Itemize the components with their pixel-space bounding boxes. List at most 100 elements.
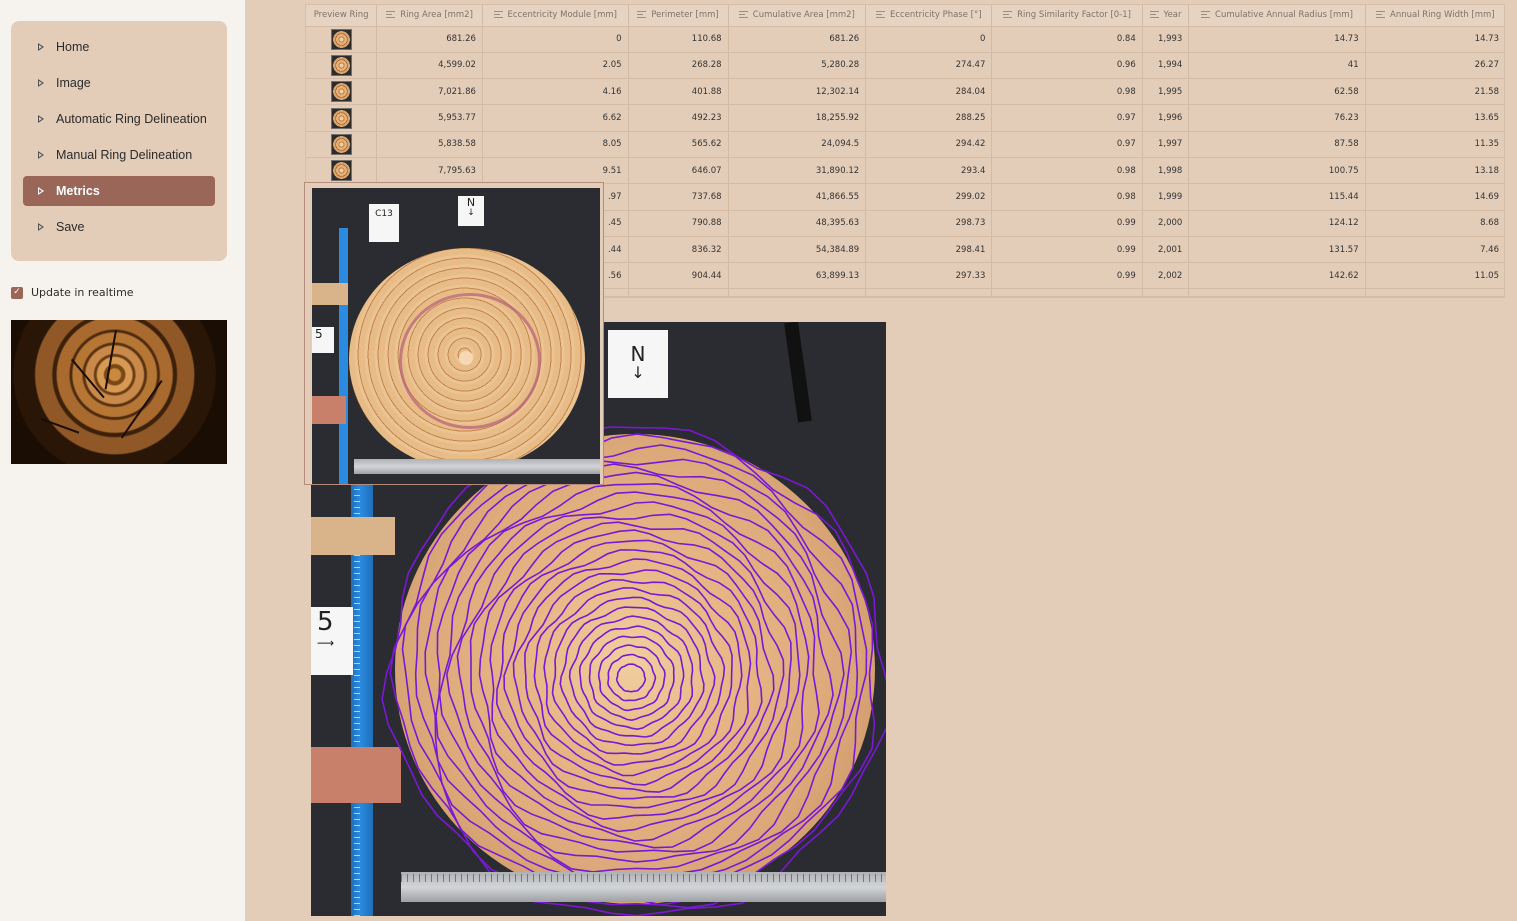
table-cell[interactable]: 54,384.89: [728, 236, 867, 264]
table-cell[interactable]: 2,001: [1142, 236, 1190, 264]
ring-preview-thumbnail[interactable]: [330, 54, 352, 76]
table-row[interactable]: 4,599.02 2.05 268.28 5,280.28 274.47 0.96 1,99…: [306, 52, 1504, 80]
table-cell[interactable]: 1,999: [1142, 183, 1190, 211]
table-cell[interactable]: 0.98: [991, 157, 1143, 185]
table-cell[interactable]: 1,998: [1142, 157, 1190, 185]
table-cell[interactable]: 21.58: [1365, 78, 1504, 106]
table-cell[interactable]: 0.84: [991, 26, 1143, 53]
ring-preview-thumbnail[interactable]: [330, 107, 352, 129]
table-cell[interactable]: 0.99: [991, 236, 1143, 264]
table-cell[interactable]: 62.58: [1188, 78, 1366, 106]
preview-cell[interactable]: [306, 26, 378, 53]
table-cell[interactable]: 4,599.02: [376, 52, 483, 80]
table-cell[interactable]: 0.97: [991, 104, 1143, 132]
column-header[interactable]: Preview Ring: [306, 5, 378, 27]
table-cell[interactable]: 1,997: [1142, 131, 1190, 158]
ring-preview-thumbnail[interactable]: [330, 28, 352, 50]
table-cell[interactable]: 0.99: [991, 262, 1143, 290]
table-cell[interactable]: 76.23: [1188, 104, 1366, 132]
table-cell[interactable]: 1,994: [1142, 52, 1190, 80]
table-cell[interactable]: 12,302.14: [728, 78, 867, 106]
table-cell[interactable]: 63,899.13: [728, 262, 867, 290]
table-cell[interactable]: 5,953.77: [376, 104, 483, 132]
table-cell[interactable]: 100.75: [1188, 157, 1366, 185]
table-cell[interactable]: 298.41: [865, 236, 993, 264]
realtime-toggle[interactable]: ✓ Update in realtime: [11, 286, 134, 299]
preview-cell[interactable]: [306, 157, 378, 185]
nav-item-image[interactable]: Image: [23, 68, 215, 98]
table-cell[interactable]: 5,838.58: [376, 131, 483, 158]
table-cell[interactable]: 274.47: [865, 52, 993, 80]
table-cell[interactable]: 681.26: [376, 26, 483, 53]
table-cell[interactable]: 284.04: [865, 78, 993, 106]
table-cell[interactable]: 0.97: [991, 131, 1143, 158]
table-row[interactable]: 7,021.86 4.16 401.88 12,302.14 284.04 0.98 1,9…: [306, 78, 1504, 106]
column-header[interactable]: Cumulative Area [mm2]: [728, 5, 867, 27]
table-cell[interactable]: 2.05: [482, 52, 629, 80]
column-header[interactable]: Eccentricity Module [mm]: [482, 5, 629, 27]
table-row[interactable]: 5,953.77 6.62 492.23 18,255.92 288.25 0.97 1,9…: [306, 104, 1504, 132]
table-cell[interactable]: 11.35: [1365, 131, 1504, 158]
table-cell[interactable]: 401.88: [628, 78, 729, 106]
table-cell[interactable]: 5,280.28: [728, 52, 867, 80]
table-cell[interactable]: 87.58: [1188, 131, 1366, 158]
table-cell[interactable]: 836.32: [628, 236, 729, 264]
column-header[interactable]: Perimeter [mm]: [628, 5, 729, 27]
table-cell[interactable]: 41: [1188, 52, 1366, 80]
table-cell[interactable]: 790.88: [628, 210, 729, 237]
table-cell[interactable]: 4.16: [482, 78, 629, 106]
table-cell[interactable]: 2,000: [1142, 210, 1190, 237]
table-cell[interactable]: 0.96: [991, 52, 1143, 80]
ring-preview-thumbnail[interactable]: [330, 160, 352, 182]
column-header[interactable]: Cumulative Annual Radius [mm]: [1188, 5, 1366, 27]
table-cell[interactable]: 115.44: [1188, 183, 1366, 211]
table-cell[interactable]: 8.05: [482, 131, 629, 158]
column-header[interactable]: Year: [1142, 5, 1190, 27]
nav-item-manual-ring-delineation[interactable]: Manual Ring Delineation: [23, 140, 215, 170]
table-cell[interactable]: 565.62: [628, 131, 729, 158]
table-cell[interactable]: 14.69: [1365, 183, 1504, 211]
table-cell[interactable]: 124.12: [1188, 210, 1366, 237]
table-cell[interactable]: 1,996: [1142, 104, 1190, 132]
table-cell[interactable]: 131.57: [1188, 236, 1366, 264]
table-cell[interactable]: 9.51: [482, 157, 629, 185]
table-cell[interactable]: 297.33: [865, 262, 993, 290]
table-cell[interactable]: 681.26: [728, 26, 867, 53]
checkbox-checked-icon[interactable]: ✓: [11, 286, 23, 299]
table-cell[interactable]: 288.25: [865, 104, 993, 132]
table-cell[interactable]: 299.02: [865, 183, 993, 211]
table-cell[interactable]: 31,890.12: [728, 157, 867, 185]
table-cell[interactable]: 7,795.63: [376, 157, 483, 185]
table-cell[interactable]: 492.23: [628, 104, 729, 132]
table-cell[interactable]: 7.46: [1365, 236, 1504, 264]
table-cell[interactable]: 0: [865, 26, 993, 53]
preview-cell[interactable]: [306, 52, 378, 80]
table-cell[interactable]: 8.68: [1365, 210, 1504, 237]
table-cell[interactable]: 26.27: [1365, 52, 1504, 80]
ring-preview-thumbnail[interactable]: [330, 81, 352, 103]
nav-item-home[interactable]: Home: [23, 32, 215, 62]
table-cell[interactable]: 48,395.63: [728, 210, 867, 237]
table-cell[interactable]: 0.99: [991, 210, 1143, 237]
nav-item-automatic-ring-delineation[interactable]: Automatic Ring Delineation: [23, 104, 215, 134]
table-cell[interactable]: 294.42: [865, 131, 993, 158]
table-cell[interactable]: 0: [482, 26, 629, 53]
table-cell[interactable]: 904.44: [628, 262, 729, 290]
table-cell[interactable]: 737.68: [628, 183, 729, 211]
preview-cell[interactable]: [306, 78, 378, 106]
table-cell[interactable]: 13.18: [1365, 157, 1504, 185]
table-cell[interactable]: 0.98: [991, 183, 1143, 211]
column-header[interactable]: Eccentricity Phase [°]: [865, 5, 993, 27]
table-cell[interactable]: 268.28: [628, 52, 729, 80]
table-cell[interactable]: 41,866.55: [728, 183, 867, 211]
table-cell[interactable]: 1,995: [1142, 78, 1190, 106]
table-cell[interactable]: 298.73: [865, 210, 993, 237]
nav-item-metrics[interactable]: Metrics: [23, 176, 215, 206]
table-cell[interactable]: 14.73: [1365, 26, 1504, 53]
column-header[interactable]: Annual Ring Width [mm]: [1365, 5, 1504, 27]
table-cell[interactable]: 1,993: [1142, 26, 1190, 53]
table-cell[interactable]: 110.68: [628, 26, 729, 53]
table-row[interactable]: 681.26 0 110.68 681.26 0 0.84 1,993 14.73 14.73: [306, 26, 1504, 53]
table-cell[interactable]: 14.73: [1188, 26, 1366, 53]
table-row[interactable]: 5,838.58 8.05 565.62 24,094.5 294.42 0.97 1,99…: [306, 131, 1504, 158]
